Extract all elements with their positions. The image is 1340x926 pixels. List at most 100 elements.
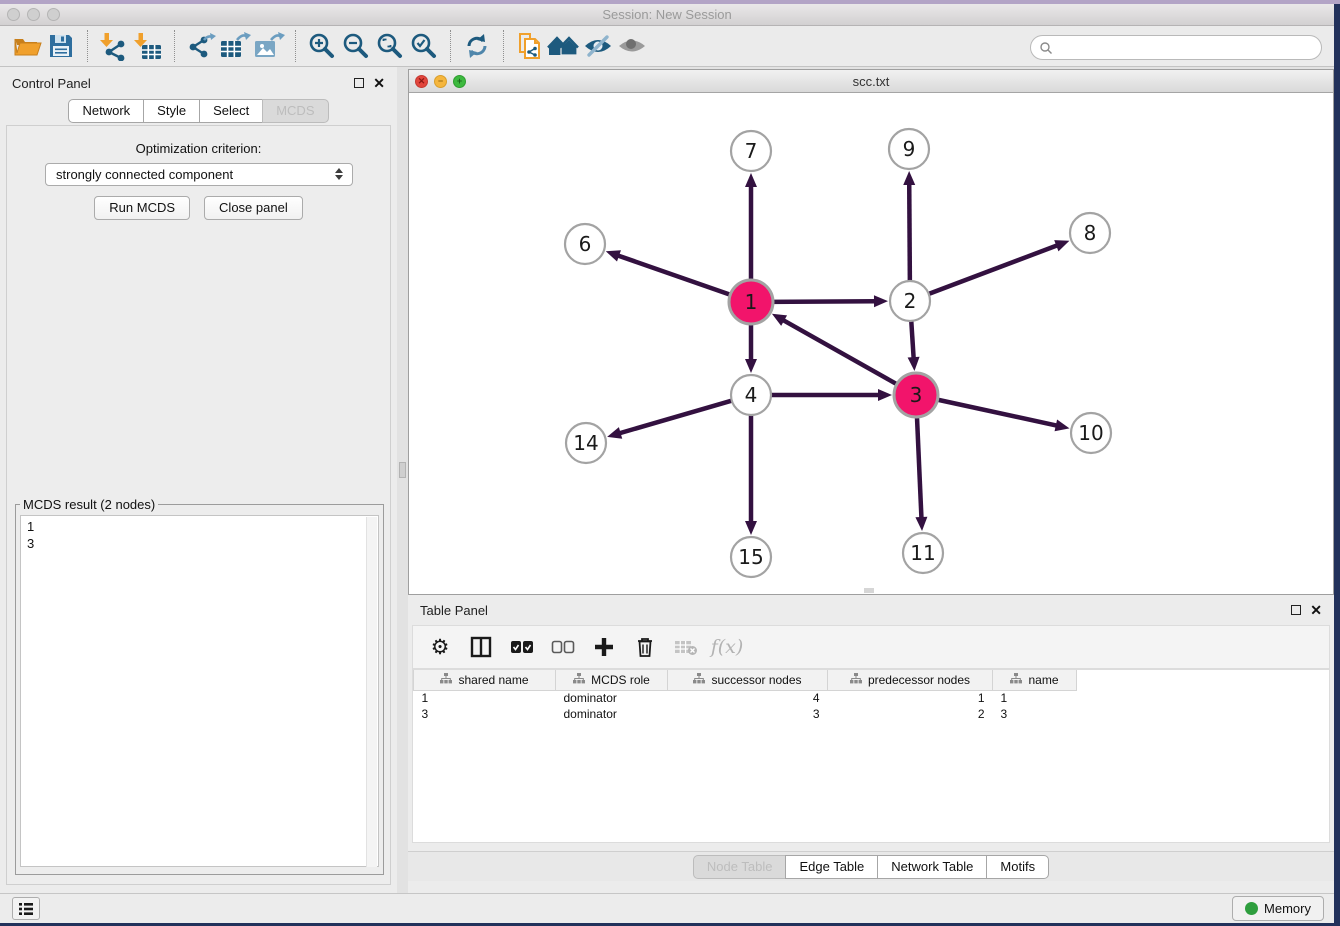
- tab-network-table[interactable]: Network Table: [877, 855, 987, 879]
- column-header-successor-nodes[interactable]: successor nodes: [668, 670, 828, 690]
- tab-edge-table[interactable]: Edge Table: [785, 855, 878, 879]
- tab-style[interactable]: Style: [143, 99, 200, 123]
- tab-mcds[interactable]: MCDS: [262, 99, 328, 123]
- delete-table-icon[interactable]: [673, 634, 699, 660]
- zoom-out-icon[interactable]: [339, 29, 373, 63]
- float-table-panel-icon[interactable]: [1291, 605, 1301, 615]
- export-table-icon[interactable]: [218, 29, 252, 63]
- zoom-selected-icon[interactable]: [407, 29, 441, 63]
- edge-3-1[interactable]: [782, 320, 898, 386]
- tab-motifs[interactable]: Motifs: [986, 855, 1049, 879]
- table-cell[interactable]: 3: [668, 706, 828, 722]
- float-panel-icon[interactable]: [354, 78, 364, 88]
- column-header-predecessor-nodes[interactable]: predecessor nodes: [828, 670, 993, 690]
- table-cell[interactable]: dominator: [556, 706, 668, 722]
- sort-tree-icon: [693, 673, 705, 687]
- search-icon: [1039, 41, 1053, 55]
- table-cell[interactable]: dominator: [556, 690, 668, 706]
- table-panel-title: Table Panel: [420, 603, 1291, 618]
- import-table-icon[interactable]: [131, 29, 165, 63]
- table-cell[interactable]: 1: [828, 690, 993, 706]
- mcds-result-box: MCDS result (2 nodes) 13: [15, 497, 384, 875]
- edge-4-14[interactable]: [619, 400, 734, 433]
- table-settings-gear-icon[interactable]: ⚙: [427, 634, 453, 660]
- delete-columns-icon[interactable]: [632, 634, 658, 660]
- tab-node-table[interactable]: Node Table: [693, 855, 787, 879]
- zoom-fit-content-icon[interactable]: [373, 29, 407, 63]
- export-image-icon[interactable]: [252, 29, 286, 63]
- table-tabs-strip: Node TableEdge TableNetwork TableMotifs: [408, 851, 1334, 881]
- table-cell[interactable]: 1: [993, 690, 1077, 706]
- task-history-button[interactable]: [12, 897, 40, 920]
- deselect-all-columns-icon[interactable]: [550, 634, 576, 660]
- mcds-result-list[interactable]: 13: [20, 515, 379, 867]
- search-input[interactable]: [1053, 40, 1303, 55]
- arrowhead-1-7: [745, 173, 757, 187]
- sort-tree-icon: [850, 673, 862, 687]
- refresh-view-icon[interactable]: [460, 29, 494, 63]
- table-cell[interactable]: 4: [668, 690, 828, 706]
- close-table-panel-icon[interactable]: ✕: [1310, 605, 1322, 615]
- edge-2-8[interactable]: [927, 245, 1058, 295]
- network-graph-canvas[interactable]: 7968124314101511: [409, 93, 1333, 594]
- toolbar-separator: [174, 30, 175, 62]
- column-header-name[interactable]: name: [993, 670, 1077, 690]
- table-cell[interactable]: 2: [828, 706, 993, 722]
- edge-3-10[interactable]: [936, 399, 1058, 426]
- table-row[interactable]: 1dominator411: [414, 690, 1077, 706]
- table-panel: Table Panel ✕ ⚙: [408, 595, 1334, 893]
- show-all-icon[interactable]: [615, 29, 649, 63]
- network-scroll-grip[interactable]: [864, 588, 874, 593]
- network-view-window: ✕ − + scc.txt 7968124314101511: [408, 69, 1334, 595]
- column-header-shared-name[interactable]: shared name: [414, 670, 556, 690]
- node-label-15: 15: [738, 545, 763, 569]
- arrowhead-1-2: [874, 295, 888, 307]
- cytoscape-main-window: Session: New Session: [0, 4, 1334, 923]
- table-cell[interactable]: 3: [993, 706, 1077, 722]
- table-cell[interactable]: 1: [414, 690, 556, 706]
- arrowhead-1-6: [606, 250, 621, 261]
- criterion-dropdown[interactable]: strongly connected component: [45, 163, 353, 186]
- column-header-MCDS-role[interactable]: MCDS role: [556, 670, 668, 690]
- splitter-grip[interactable]: [399, 462, 406, 478]
- show-columns-icon[interactable]: [468, 634, 494, 660]
- hide-selected-icon[interactable]: [581, 29, 615, 63]
- search-field[interactable]: [1030, 35, 1322, 60]
- first-neighbors-icon[interactable]: [547, 29, 581, 63]
- table-cell[interactable]: 3: [414, 706, 556, 722]
- select-all-columns-icon[interactable]: [509, 634, 535, 660]
- tab-network[interactable]: Network: [68, 99, 144, 123]
- edge-3-11[interactable]: [917, 415, 922, 519]
- sort-tree-icon: [573, 673, 585, 687]
- edge-2-3[interactable]: [911, 319, 914, 359]
- export-network-icon[interactable]: [184, 29, 218, 63]
- add-column-icon[interactable]: [591, 634, 617, 660]
- import-network-icon[interactable]: [97, 29, 131, 63]
- open-session-icon[interactable]: [10, 29, 44, 63]
- mcds-panel: Optimization criterion: strongly connect…: [6, 125, 391, 885]
- memory-button[interactable]: Memory: [1232, 896, 1324, 921]
- function-builder-icon[interactable]: f(x): [714, 634, 740, 660]
- arrowhead-2-3: [908, 357, 920, 371]
- network-window-title: scc.txt: [409, 74, 1333, 89]
- workspace: Control Panel ✕ NetworkStyleSelectMCDS O…: [0, 67, 1334, 893]
- tab-select[interactable]: Select: [199, 99, 263, 123]
- table-row[interactable]: 3dominator323: [414, 706, 1077, 722]
- status-bar: Memory: [0, 893, 1334, 923]
- panel-splitter[interactable]: [397, 67, 408, 893]
- result-scrollbar[interactable]: [366, 517, 377, 867]
- close-panel-icon[interactable]: ✕: [373, 78, 385, 88]
- copy-network-icon[interactable]: [513, 29, 547, 63]
- edge-1-6[interactable]: [617, 255, 732, 295]
- zoom-in-icon[interactable]: [305, 29, 339, 63]
- save-session-icon[interactable]: [44, 29, 78, 63]
- node-table[interactable]: shared nameMCDS rolesuccessor nodesprede…: [412, 669, 1330, 843]
- arrowhead-1-4: [745, 359, 757, 373]
- node-label-4: 4: [745, 383, 758, 407]
- edge-1-2[interactable]: [771, 301, 876, 302]
- node-label-9: 9: [903, 137, 916, 161]
- close-panel-button[interactable]: Close panel: [204, 196, 303, 220]
- node-label-6: 6: [579, 232, 592, 256]
- edge-2-9[interactable]: [909, 183, 910, 283]
- run-mcds-button[interactable]: Run MCDS: [94, 196, 190, 220]
